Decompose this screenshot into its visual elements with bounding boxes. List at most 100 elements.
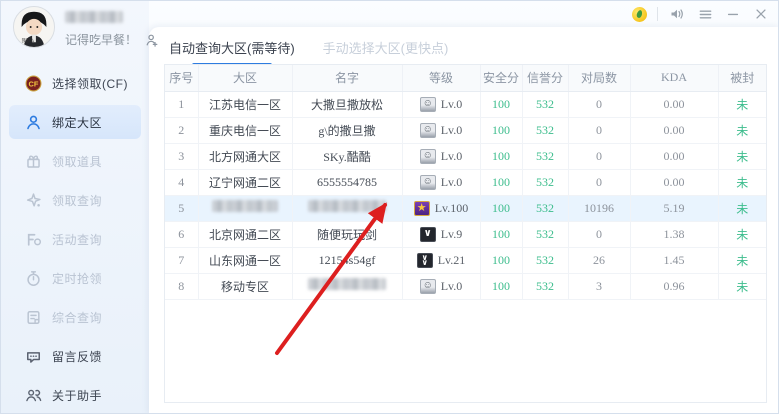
cell-credit: 532 [522,91,568,117]
table-row[interactable]: 3北方网通大区SKy.酷酷☺Lv.010053200.00未 [165,143,766,169]
cell-index: 8 [165,273,198,299]
cell-safety: 100 [480,273,522,299]
cell-banned: 未 [718,143,766,169]
switch-account-icon[interactable] [145,33,159,47]
svg-text:CF: CF [29,79,39,88]
cell-name: 12154s54gf [292,247,402,273]
close-icon[interactable] [752,5,770,23]
cell-name [292,273,402,299]
cell-kda: 1.45 [630,247,718,273]
menu-icon[interactable] [696,5,714,23]
cell-kda: 5.19 [630,195,718,221]
table-row[interactable]: 7山东网通一区12154s54gf∨∨Lv.21100532261.45未 [165,247,766,273]
app-window: 我那么 记得吃早餐！ [0,0,779,414]
censored-text [308,278,386,290]
cell-safety: 100 [480,169,522,195]
cell-banned: 未 [718,195,766,221]
person-icon [25,114,42,131]
cell-level: ☺Lv.0 [402,91,480,117]
sparkle-icon [25,192,42,209]
col-header-index: 序号 [165,65,198,91]
table-row[interactable]: 1江苏电信一区大撒旦撒放松☺Lv.010053200.00未 [165,91,766,117]
cell-games: 10196 [568,195,630,221]
cell-index: 6 [165,221,198,247]
level-badge-icon: ☺ [420,279,436,294]
col-header-credit: 信誉分 [522,65,568,91]
table-row[interactable]: 2重庆电信一区g\的撒旦撒☺Lv.010053200.00未 [165,117,766,143]
cell-index: 3 [165,143,198,169]
cell-index: 1 [165,91,198,117]
cell-safety: 100 [480,143,522,169]
cell-region [198,195,292,221]
level-badge-icon: ★ [414,201,430,216]
username-censored [65,11,123,23]
col-header-name: 名字 [292,65,402,91]
cf-logo-icon: CF [25,75,42,92]
sidebar-item-claim-query[interactable]: 领取查询 [9,183,141,217]
cell-name: 随便玩玩剑 [292,221,402,247]
chat-icon [25,348,42,365]
app-logo-icon [632,7,647,22]
cell-region: 北方网通大区 [198,143,292,169]
cell-credit: 532 [522,117,568,143]
level-badge-icon: ☺ [420,149,436,164]
table-row[interactable]: 5★Lv.100100532101965.19未 [165,195,766,221]
volume-icon[interactable] [668,5,686,23]
accounts-table: 序号 大区 名字 等级 安全分 信誉分 对局数 KDA 被封 1江苏电信一区大撒… [164,64,767,403]
titlebar: 我那么 记得吃早餐！ [1,1,778,63]
cell-banned: 未 [718,221,766,247]
sidebar-item-label: 领取查询 [52,192,102,209]
cell-credit: 532 [522,195,568,221]
col-header-games: 对局数 [568,65,630,91]
stopwatch-icon [25,270,42,287]
cell-games: 0 [568,117,630,143]
sidebar-item-label: 综合查询 [52,309,102,326]
censored-text [308,200,386,212]
sidebar-item-label: 关于助手 [52,387,102,404]
censored-text [212,200,278,212]
cell-games: 0 [568,143,630,169]
cell-level: ∨∨Lv.21 [402,247,480,273]
sidebar-item-bind-region[interactable]: 绑定大区 [9,105,141,139]
sidebar-item-select-claim-cf[interactable]: CF选择领取(CF) [9,66,141,100]
table-header-row: 序号 大区 名字 等级 安全分 信誉分 对局数 KDA 被封 [165,65,766,91]
cell-banned: 未 [718,247,766,273]
cell-kda: 0.00 [630,91,718,117]
avatar-image: 我那么 [14,7,54,47]
sidebar-item-activity-query[interactable]: 活动查询 [9,222,141,256]
report-icon [25,309,42,326]
people-icon [25,387,42,404]
cell-name: 大撒旦撒放松 [292,91,402,117]
cell-index: 2 [165,117,198,143]
sidebar-item-feedback[interactable]: 留言反馈 [9,339,141,373]
cell-level: ☺Lv.0 [402,169,480,195]
col-header-safety: 安全分 [480,65,522,91]
table-row[interactable]: 6北京网通二区随便玩玩剑∨Lv.910053201.38未 [165,221,766,247]
sidebar-item-claim-items[interactable]: 领取道具 [9,144,141,178]
cell-games: 0 [568,91,630,117]
sidebar-item-about-helper[interactable]: 关于助手 [9,378,141,412]
svg-text:我那么: 我那么 [22,37,36,44]
cell-name [292,195,402,221]
cell-kda: 1.38 [630,221,718,247]
cell-credit: 532 [522,169,568,195]
level-badge-icon: ☺ [420,175,436,190]
sidebar-item-timed-grab[interactable]: 定时抢领 [9,261,141,295]
level-badge-icon: ∨∨ [417,253,433,268]
minimize-icon[interactable] [724,5,742,23]
sidebar-item-label: 领取道具 [52,153,102,170]
sidebar-item-combined-query[interactable]: 综合查询 [9,300,141,334]
cell-safety: 100 [480,117,522,143]
cell-level: ∨Lv.9 [402,221,480,247]
fa-icon [25,231,42,248]
cell-index: 4 [165,169,198,195]
status-text: 记得吃早餐！ [65,31,137,48]
cell-safety: 100 [480,195,522,221]
cell-games: 0 [568,221,630,247]
cell-name: 6555554785 [292,169,402,195]
table-row[interactable]: 4辽宁网通二区6555554785☺Lv.010053200.00未 [165,169,766,195]
table-row[interactable]: 8移动专区☺Lv.010053230.96未 [165,273,766,299]
avatar[interactable]: 我那么 [13,6,55,48]
sidebar-item-label: 活动查询 [52,231,102,248]
cell-kda: 0.00 [630,169,718,195]
